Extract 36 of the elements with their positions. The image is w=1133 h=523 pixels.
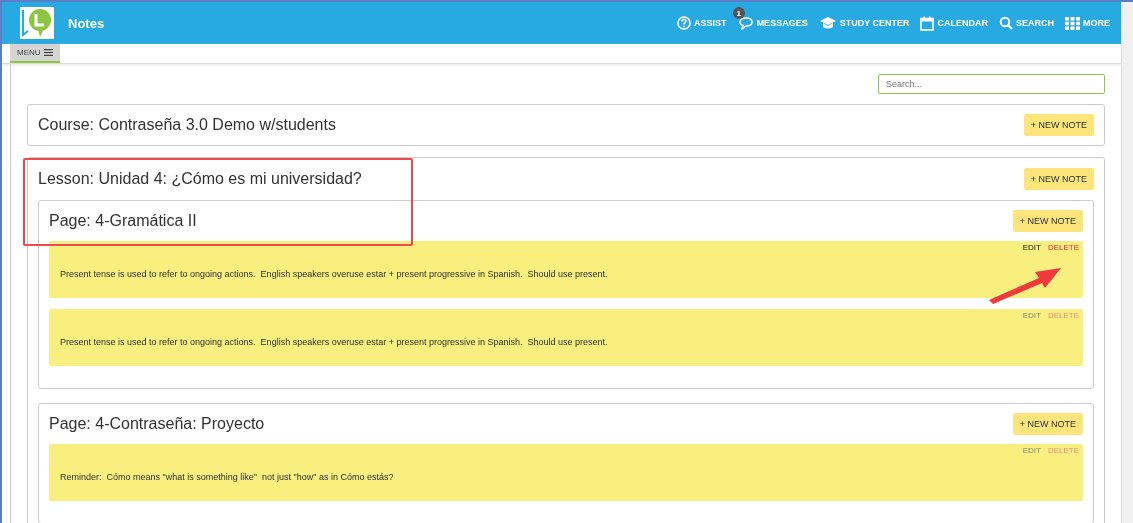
menu-button[interactable]: MENU xyxy=(10,44,60,63)
page-title: Notes xyxy=(68,15,105,31)
edit-link[interactable]: EDIT xyxy=(1022,243,1041,252)
nav-link[interactable]: ASSIST xyxy=(671,5,727,31)
menu-icon xyxy=(43,49,53,56)
message-count-badge: 1 xyxy=(732,7,745,19)
nav-link[interactable]: STUDY CENTER xyxy=(812,5,910,31)
note-text: Reminder: Cómo means "what is something like" not just "how" as in Cómo estás? xyxy=(60,472,394,482)
search-field[interactable]: Search... xyxy=(878,74,1105,94)
new-note-button[interactable]: + NEW NOTE xyxy=(1023,114,1094,136)
delete-link[interactable]: DELETE xyxy=(1047,243,1079,252)
page-title: Page: 4-Contraseña: Proyecto xyxy=(49,415,265,433)
nav-link[interactable]: CALENDAR xyxy=(914,5,988,31)
edit-link[interactable]: EDIT xyxy=(1022,311,1041,320)
calendar-icon xyxy=(920,15,935,31)
scrollbar[interactable] xyxy=(1121,2,1133,523)
nav-link[interactable]: MORE xyxy=(1059,5,1110,31)
page-title: Page: 4-Gramática II xyxy=(49,212,197,230)
edit-link[interactable]: EDIT xyxy=(1022,446,1041,455)
new-note-button[interactable]: + NEW NOTE xyxy=(1023,168,1094,190)
nav-link[interactable]: SEARCH xyxy=(993,5,1054,31)
search-icon xyxy=(999,16,1013,30)
new-note-button[interactable]: + NEW NOTE xyxy=(1012,210,1083,232)
graduation-cap-icon xyxy=(818,16,837,30)
lesson-title: Lesson: Unidad 4: ¿Cómo es mi universidad? xyxy=(38,170,362,188)
grid-icon xyxy=(1065,16,1080,30)
note-text: Present tense is used to refer to ongoing actions. English speakers overuse estar + present progressive in Spanish. Should use present. xyxy=(60,337,608,347)
delete-link[interactable]: DELETE xyxy=(1047,311,1079,320)
chat-bubble-icon xyxy=(737,16,754,30)
nav-link[interactable]: 1 MESSAGES xyxy=(731,5,808,31)
note-text: Present tense is used to refer to ongoing actions. English speakers overuse estar + present progressive in Spanish. Should use present. xyxy=(60,269,608,279)
help-icon xyxy=(677,16,692,30)
new-note-button[interactable]: + NEW NOTE xyxy=(1012,413,1083,435)
course-title: Course: Contraseña 3.0 Demo w/students xyxy=(38,116,336,134)
logo-icon[interactable] xyxy=(20,7,54,39)
delete-link[interactable]: DELETE xyxy=(1047,446,1079,455)
